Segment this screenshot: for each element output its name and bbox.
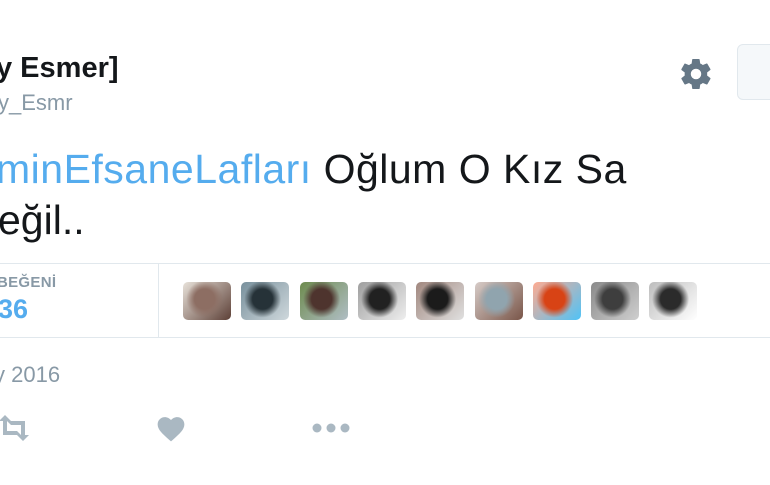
likes-label: BEĞENİ (0, 274, 57, 291)
liker-avatar-9[interactable] (649, 282, 697, 320)
divider (0, 263, 770, 264)
retweet-icon (0, 415, 29, 441)
settings-button[interactable] (676, 54, 716, 94)
divider (158, 263, 159, 337)
liker-avatar-4[interactable] (358, 282, 406, 320)
retweet-button[interactable] (0, 413, 32, 443)
more-button[interactable] (310, 413, 352, 443)
follow-button[interactable] (737, 44, 770, 100)
liker-avatar-8[interactable] (591, 282, 639, 320)
user-handle[interactable]: y_Esmr (0, 90, 73, 116)
divider (0, 337, 770, 338)
gear-icon (681, 58, 711, 90)
heart-icon (157, 417, 185, 442)
tweet-text-rest: Oğlum O Kız Sa (311, 146, 627, 192)
likes-count[interactable]: 36 (0, 294, 28, 325)
display-name[interactable]: y Esmer] (0, 52, 119, 85)
liker-avatar-3[interactable] (300, 282, 348, 320)
tweet-timestamp[interactable]: y 2016 (0, 362, 60, 388)
hashtag-link[interactable]: minEfsaneLafları (0, 146, 312, 192)
like-button[interactable] (155, 413, 187, 443)
tweet-text: minEfsaneLafları Oğlum O Kız Sa (0, 143, 770, 195)
more-dots-icon (312, 423, 350, 433)
liker-avatar-5[interactable] (416, 282, 464, 320)
liker-avatar-6[interactable] (475, 282, 523, 320)
liker-avatar-7[interactable] (533, 282, 581, 320)
liker-avatar-2[interactable] (241, 282, 289, 320)
tweet-text-line2: eğil.. (0, 197, 85, 243)
liker-avatar-1[interactable] (183, 282, 231, 320)
